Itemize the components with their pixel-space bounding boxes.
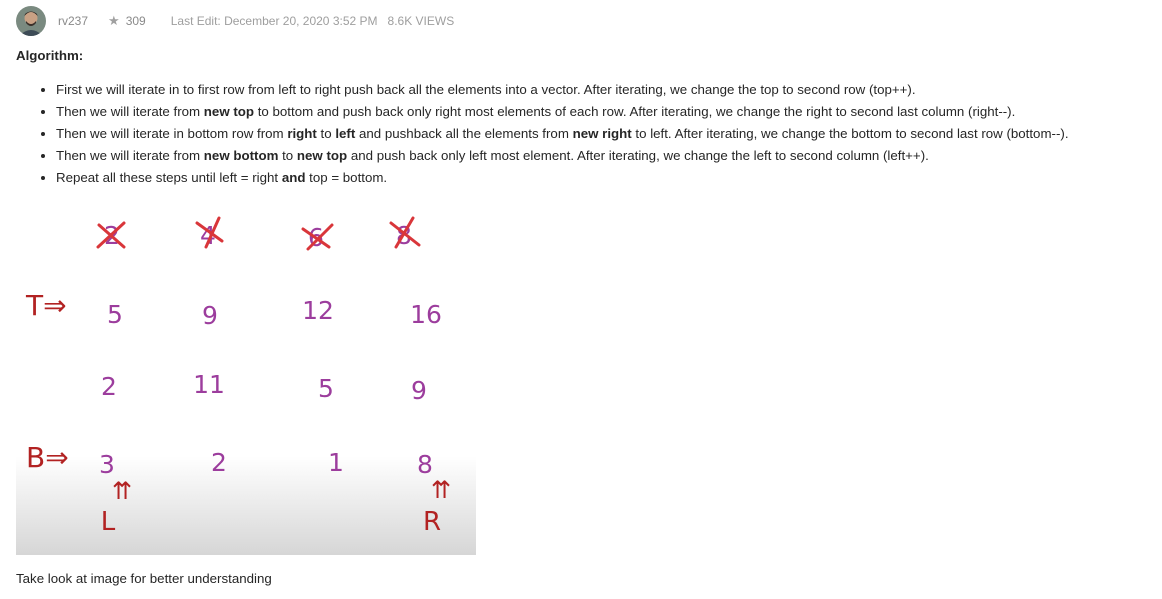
left-arrow-icon: ⇈ xyxy=(112,477,132,505)
step-keyword: left xyxy=(335,126,356,141)
right-label: R xyxy=(423,507,441,537)
figure-caption: Take look at image for better understand… xyxy=(16,571,272,586)
step-keyword: new top xyxy=(203,104,255,119)
post-body: Algorithm: First we will iterate in to f… xyxy=(16,45,1156,189)
step-text: First we will iterate in to first row fr… xyxy=(56,82,916,97)
reputation: ★ 309 xyxy=(108,13,146,29)
cell-r2-c4: 9 xyxy=(411,376,427,405)
step-text: to xyxy=(278,148,297,163)
matrix-drawing: 2 4 6 8 T⇒ 5 9 12 16 2 11 5 9 B⇒ 3 2 1 8… xyxy=(16,203,476,555)
step-keyword: right xyxy=(287,126,317,141)
post-header: rv237 ★ 309 Last Edit: December 20, 2020… xyxy=(16,5,454,37)
step-text: and push back only left most element. Af… xyxy=(347,148,929,163)
step-keyword: new top xyxy=(296,148,348,163)
cell-r1-c1: 5 xyxy=(107,300,123,329)
cell-r3-c4: 8 xyxy=(417,450,433,479)
step-text: Then we will iterate from xyxy=(56,148,204,163)
step-text: Then we will iterate from xyxy=(56,104,204,119)
step-text: to left. After iterating, we change the … xyxy=(631,126,1069,141)
cell-r1-c3: 12 xyxy=(302,296,334,325)
algorithm-step: Then we will iterate from new bottom to … xyxy=(56,145,1156,167)
cell-r2-c1: 2 xyxy=(101,372,117,401)
cell-r1-c4: 16 xyxy=(410,300,442,329)
reputation-value: 309 xyxy=(125,14,146,28)
cell-r3-c1: 3 xyxy=(99,450,115,479)
algorithm-step: Then we will iterate from new top to bot… xyxy=(56,101,1156,123)
cell-r2-c3: 5 xyxy=(318,374,334,403)
view-count: 8.6K VIEWS xyxy=(387,14,455,28)
step-keyword: new bottom xyxy=(203,148,279,163)
step-text: Repeat all these steps until left = righ… xyxy=(56,170,282,185)
algorithm-heading: Algorithm: xyxy=(16,48,84,63)
matrix-illustration: 2 4 6 8 T⇒ 5 9 12 16 2 11 5 9 B⇒ 3 2 1 8… xyxy=(16,203,476,555)
algorithm-step: Then we will iterate in bottom row from … xyxy=(56,123,1156,145)
algorithm-step: Repeat all these steps until left = righ… xyxy=(56,167,1156,189)
step-text: Then we will iterate in bottom row from xyxy=(56,126,288,141)
star-icon: ★ xyxy=(108,13,120,28)
step-text: to bottom and push back only right most … xyxy=(254,104,1016,119)
cell-r3-c3: 1 xyxy=(328,448,344,477)
right-arrow-icon: ⇈ xyxy=(431,476,451,504)
step-text: top = bottom. xyxy=(305,170,388,185)
step-text: to xyxy=(316,126,336,141)
cell-r2-c2: 11 xyxy=(193,370,225,399)
cell-r1-c2: 9 xyxy=(202,301,218,330)
cell-r3-c2: 2 xyxy=(211,448,227,477)
step-keyword: and xyxy=(281,170,306,185)
left-label: L xyxy=(101,507,116,537)
last-edit-text: Last Edit: December 20, 2020 3:52 PM xyxy=(170,14,378,28)
step-text: and pushback all the elements from xyxy=(355,126,573,141)
user-avatar[interactable] xyxy=(16,6,46,36)
algorithm-step: First we will iterate in to first row fr… xyxy=(56,79,1156,101)
bottom-marker: B⇒ xyxy=(26,441,69,474)
algorithm-steps-list: First we will iterate in to first row fr… xyxy=(16,79,1156,189)
username-link[interactable]: rv237 xyxy=(58,14,88,28)
top-marker: T⇒ xyxy=(25,289,67,322)
step-keyword: new right xyxy=(572,126,632,141)
figure-background xyxy=(16,203,476,555)
